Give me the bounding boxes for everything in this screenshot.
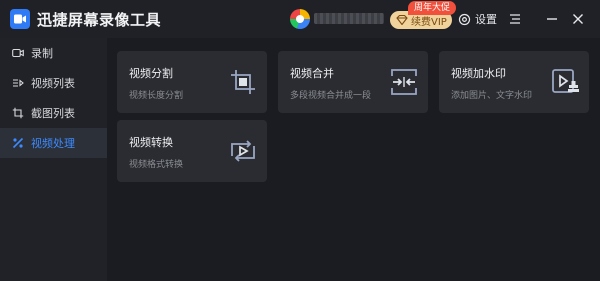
screenshot-list-icon: [12, 107, 24, 119]
sidebar-item-video-process[interactable]: 视频处理: [0, 128, 107, 158]
video-list-icon: [13, 79, 24, 87]
convert-icon: [231, 140, 255, 162]
video-process-icon: [12, 137, 24, 149]
card-subtitle: 添加图片、文字水印: [451, 91, 533, 101]
watermark-icon: [552, 69, 579, 93]
sidebar-item-video-list[interactable]: 视频列表: [0, 68, 107, 98]
card-title: 视频加水印: [451, 67, 506, 80]
app-title: 迅捷屏幕录像工具: [37, 11, 162, 29]
settings-label: 设置: [475, 13, 497, 26]
username-blurred[interactable]: [314, 13, 384, 24]
card-video-merge[interactable]: 视频合并 多段视频合并成一段: [278, 51, 428, 113]
promo-badge: 周年大促: [408, 1, 457, 15]
card-subtitle: 多段视频合并成一段: [290, 91, 372, 101]
crop-icon: [231, 70, 255, 94]
card-subtitle: 视频长度分割: [129, 91, 184, 101]
sidebar: 录制 视频列表 截图列表 视频处理: [0, 38, 107, 281]
sidebar-item-record[interactable]: 录制: [0, 38, 107, 68]
sidebar-item-screenshot-list[interactable]: 截图列表: [0, 98, 107, 128]
menu-icon[interactable]: [508, 12, 522, 26]
card-subtitle: 视频格式转换: [129, 160, 184, 170]
minimize-icon[interactable]: [545, 12, 559, 26]
video-camera-icon: [12, 48, 24, 58]
card-title: 视频分割: [129, 67, 173, 80]
card-video-convert[interactable]: 视频转换 视频格式转换: [117, 120, 267, 182]
sidebar-item-label: 视频列表: [31, 77, 75, 90]
diamond-icon: [396, 15, 408, 25]
sidebar-item-label: 视频处理: [31, 137, 75, 150]
card-video-split[interactable]: 视频分割 视频长度分割: [117, 51, 267, 113]
app-logo-icon: [10, 9, 30, 29]
close-icon[interactable]: [571, 12, 585, 26]
card-title: 视频转换: [129, 136, 173, 149]
gear-icon: [458, 13, 471, 25]
sidebar-item-label: 录制: [31, 47, 53, 60]
settings-button[interactable]: 设置: [458, 11, 497, 27]
card-title: 视频合并: [290, 67, 334, 80]
title-bar: 迅捷屏幕录像工具 续费VIP 周年大促 设置: [0, 0, 600, 38]
sidebar-item-label: 截图列表: [31, 107, 75, 120]
avatar[interactable]: [290, 9, 310, 29]
merge-icon: [391, 69, 417, 95]
card-video-watermark[interactable]: 视频加水印 添加图片、文字水印: [439, 51, 589, 113]
